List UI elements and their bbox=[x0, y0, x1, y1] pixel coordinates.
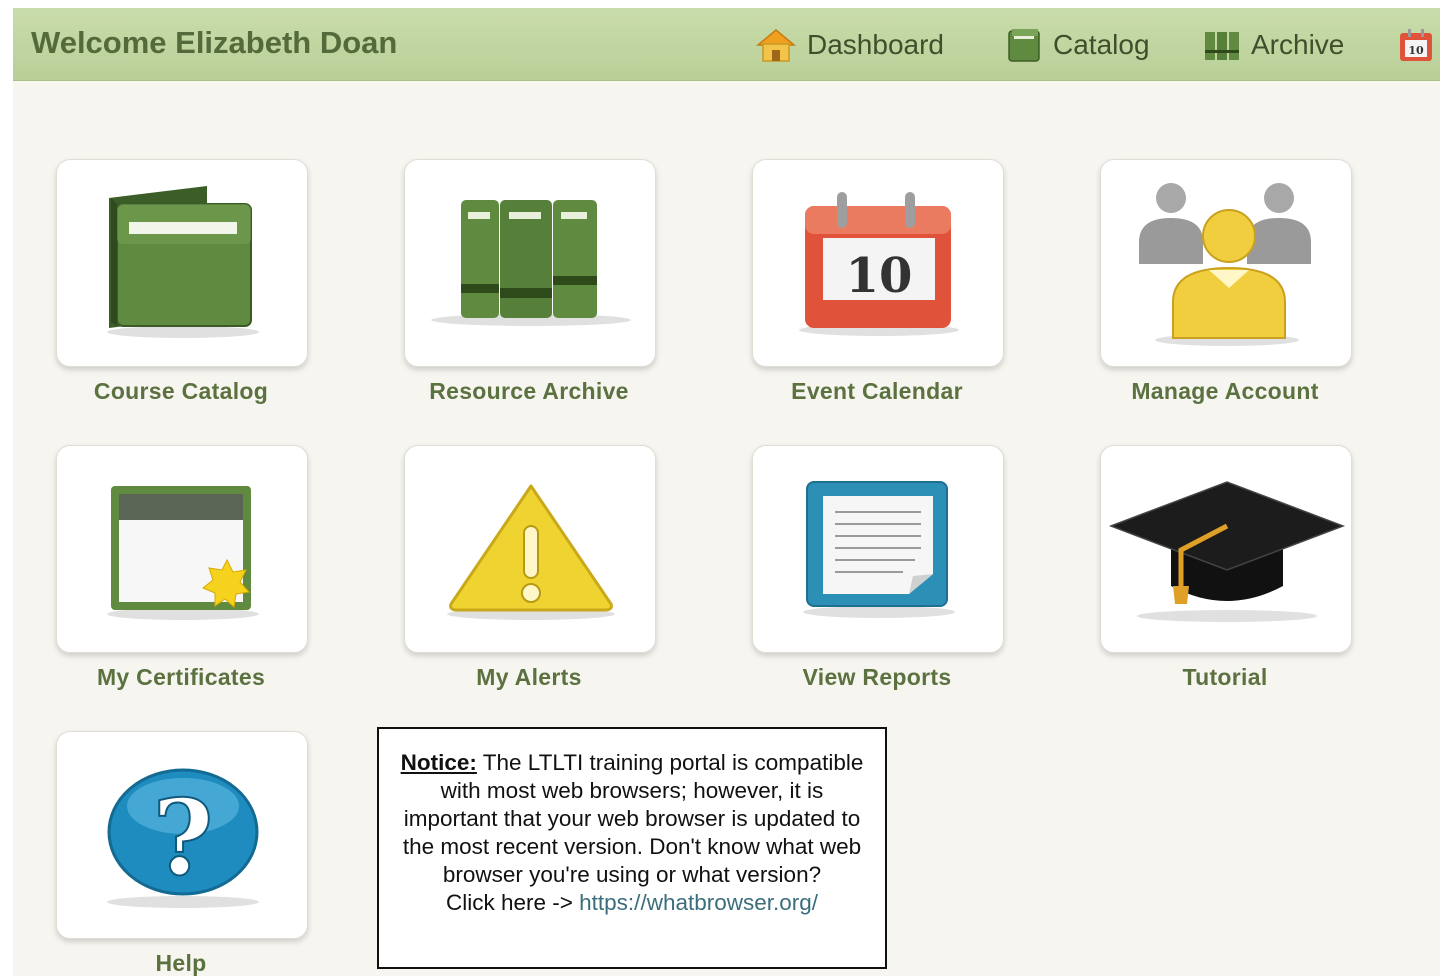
tile-label[interactable]: Help bbox=[21, 950, 341, 977]
tile-course-catalog[interactable] bbox=[56, 159, 308, 367]
nav-archive[interactable]: Archive bbox=[1203, 27, 1344, 63]
tile-label[interactable]: Course Catalog bbox=[21, 378, 341, 405]
calendar-icon: 10 bbox=[799, 192, 959, 336]
tile-label[interactable]: Resource Archive bbox=[369, 378, 689, 405]
page: Welcome Elizabeth Doan Dashboard Catalog bbox=[13, 8, 1440, 976]
nav-calendar[interactable]: 10 bbox=[1397, 27, 1440, 63]
warning-icon bbox=[447, 484, 615, 620]
calendar-day: 10 bbox=[846, 248, 913, 304]
tile-manage-account[interactable] bbox=[1100, 159, 1352, 367]
tile-resource-archive[interactable] bbox=[404, 159, 656, 367]
tile-label[interactable]: Event Calendar bbox=[717, 378, 1037, 405]
svg-text:?: ? bbox=[153, 776, 214, 899]
tile-label[interactable]: My Certificates bbox=[21, 664, 341, 691]
tile-label[interactable]: Manage Account bbox=[1065, 378, 1385, 405]
tile-tutorial[interactable] bbox=[1100, 445, 1352, 653]
book-icon bbox=[107, 186, 259, 338]
users-icon bbox=[1139, 183, 1311, 346]
tile-help[interactable]: ? bbox=[56, 731, 308, 939]
graduation-cap-icon bbox=[1108, 481, 1346, 622]
nav-label: Catalog bbox=[1053, 29, 1150, 60]
notice-box: Notice: The LTLTI training portal is com… bbox=[377, 727, 887, 969]
report-icon bbox=[803, 481, 955, 618]
calendar-icon: 10 bbox=[1400, 29, 1432, 61]
certificate-icon bbox=[107, 486, 259, 620]
nav-label: Archive bbox=[1251, 29, 1345, 60]
archive-icon bbox=[1205, 32, 1239, 60]
tile-my-certificates[interactable] bbox=[56, 445, 308, 653]
top-bar: Welcome Elizabeth Doan Dashboard Catalog bbox=[13, 8, 1440, 81]
svg-text:10: 10 bbox=[1408, 44, 1424, 57]
notice-link-prefix: Click here -> bbox=[445, 890, 573, 915]
tile-view-reports[interactable] bbox=[752, 445, 1004, 653]
binders-icon bbox=[431, 200, 631, 326]
tile-event-calendar[interactable]: 10 bbox=[752, 159, 1004, 367]
catalog-icon bbox=[1008, 29, 1040, 62]
tile-label[interactable]: View Reports bbox=[717, 664, 1037, 691]
welcome-message: Welcome Elizabeth Doan bbox=[31, 25, 398, 60]
tile-label[interactable]: My Alerts bbox=[369, 664, 689, 691]
browser-check-link[interactable]: https://whatbrowser.org/ bbox=[579, 890, 818, 915]
nav-label: Dashboard bbox=[807, 29, 944, 60]
help-icon: ? bbox=[107, 768, 259, 908]
tile-label[interactable]: Tutorial bbox=[1065, 664, 1385, 691]
tile-my-alerts[interactable] bbox=[404, 445, 656, 653]
home-icon bbox=[755, 29, 797, 62]
nav-catalog[interactable]: Catalog bbox=[1005, 27, 1150, 63]
notice-heading: Notice: bbox=[400, 750, 477, 775]
nav-dashboard[interactable]: Dashboard bbox=[755, 27, 944, 63]
